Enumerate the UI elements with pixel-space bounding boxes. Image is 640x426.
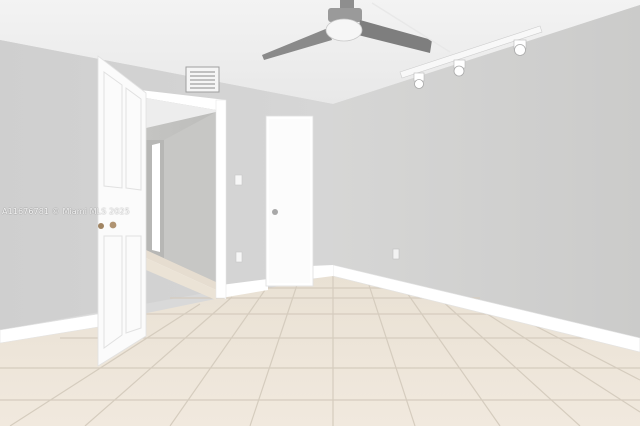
closet-door-knob[interactable] bbox=[272, 209, 278, 215]
track-light-3 bbox=[513, 39, 527, 56]
electrical-outlet bbox=[235, 251, 243, 263]
door-knob[interactable] bbox=[98, 223, 104, 229]
electrical-outlet-right bbox=[392, 248, 400, 260]
track-light-2 bbox=[453, 59, 466, 77]
track-light-1 bbox=[413, 72, 425, 89]
room-photo: A11676781 © Miami MLS 2025 bbox=[0, 0, 640, 426]
light-switch[interactable] bbox=[234, 174, 243, 186]
closet-door[interactable] bbox=[265, 115, 314, 287]
mls-watermark: A11676781 © Miami MLS 2025 bbox=[2, 207, 130, 216]
air-vent bbox=[185, 66, 220, 93]
doorway-to-hallway bbox=[140, 90, 227, 300]
